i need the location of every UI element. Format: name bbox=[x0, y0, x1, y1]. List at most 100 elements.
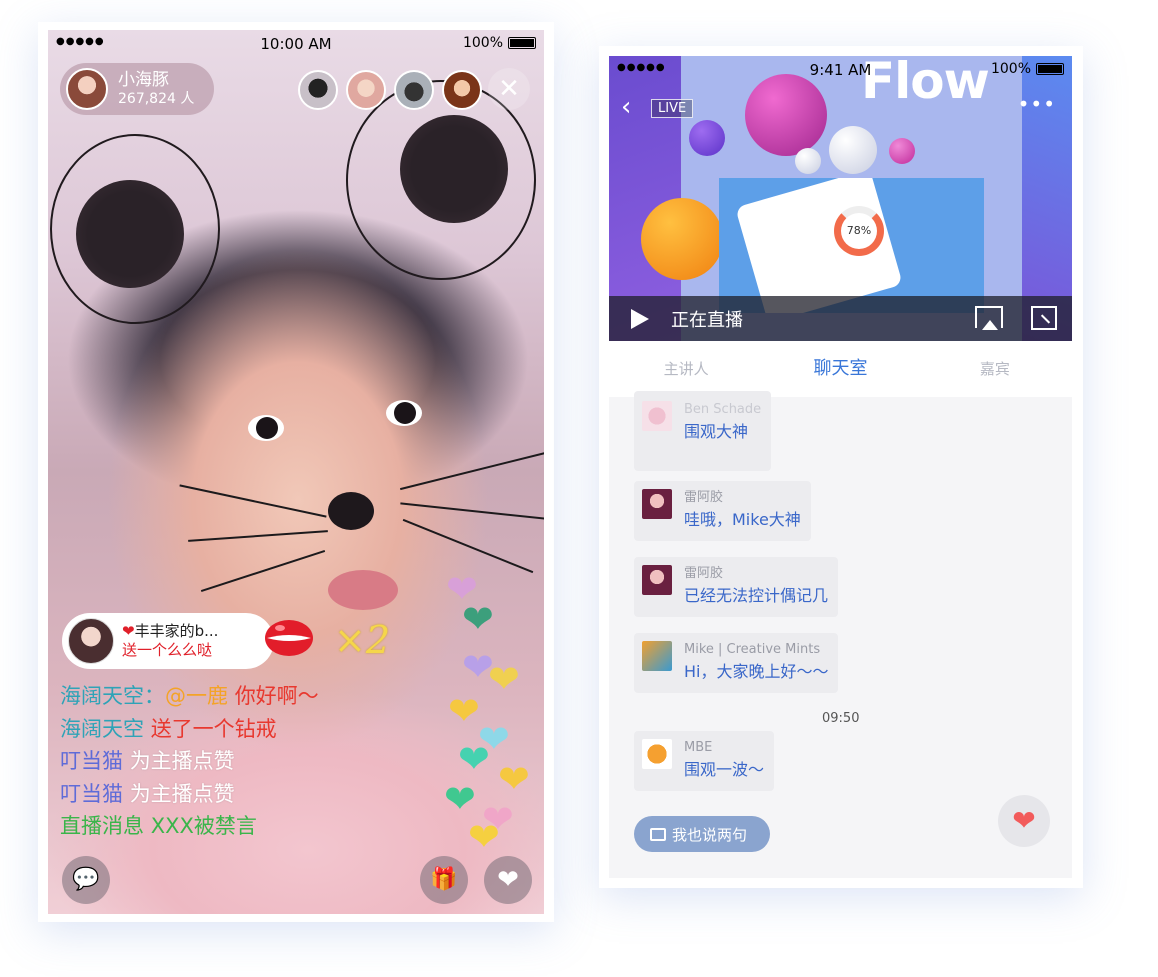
video-player[interactable]: 78% Flow ●●●●● 9:41 AM 100% ‹ LIVE ••• 正… bbox=[609, 56, 1072, 341]
status-bar: ●●●●● 10:00 AM 100% bbox=[48, 30, 544, 56]
whisker bbox=[402, 518, 534, 574]
heart-icon: ❤ bbox=[122, 621, 135, 640]
decor-ball bbox=[795, 148, 821, 174]
viewer-avatar[interactable] bbox=[346, 70, 386, 110]
chat-mention[interactable]: @一鹿 bbox=[165, 684, 228, 708]
chat-user[interactable]: 叮当猫 bbox=[60, 782, 123, 806]
viewer-avatar-list bbox=[298, 70, 482, 110]
eye-right bbox=[386, 400, 422, 426]
chat-message: XXX被禁言 bbox=[150, 814, 257, 838]
whisker bbox=[179, 484, 327, 518]
gift-notification: ❤丰丰家的b... 送一个么么哒 bbox=[62, 613, 274, 669]
fullscreen-icon[interactable] bbox=[1031, 306, 1057, 330]
tab-chatroom[interactable]: 聊天室 bbox=[763, 341, 917, 397]
chat-user[interactable]: 叮当猫 bbox=[60, 749, 123, 773]
ear-right bbox=[400, 115, 508, 223]
video-controls: 正在直播 bbox=[609, 296, 1072, 341]
message-text: 哇哦，Mike大神 bbox=[684, 510, 801, 529]
host-name: 小海豚 bbox=[118, 70, 169, 91]
heart-icon[interactable]: ❤ bbox=[484, 856, 532, 904]
chat-message: 送了一个钻戒 bbox=[150, 716, 277, 741]
viewer-avatar[interactable] bbox=[394, 70, 434, 110]
viewer-avatar[interactable] bbox=[298, 70, 338, 110]
floating-heart-icon: ❤ bbox=[444, 777, 476, 821]
message-author: MBE bbox=[684, 740, 713, 755]
host-info-pill[interactable]: 小海豚 267,824 人 bbox=[60, 63, 214, 115]
floating-heart-icon: ❤ bbox=[462, 597, 494, 641]
whisker bbox=[399, 451, 544, 491]
live-chat-list: 海阔天空：@一鹿 你好啊～ 海阔天空 送了一个钻戒 叮当猫 为主播点赞 叮当猫 … bbox=[60, 680, 319, 843]
gift-icon[interactable]: 🎁 bbox=[420, 856, 468, 904]
eye-left bbox=[248, 415, 284, 441]
close-icon[interactable]: ✕ bbox=[488, 68, 530, 110]
battery-percent: 100% bbox=[462, 35, 503, 51]
decor-ball bbox=[745, 74, 827, 156]
status-bar: ●●●●● 9:41 AM 100% bbox=[609, 56, 1072, 82]
tab-bar: 主讲人 聊天室 嘉宾 bbox=[609, 341, 1072, 397]
right-phone-frame: 78% Flow ●●●●● 9:41 AM 100% ‹ LIVE ••• 正… bbox=[599, 46, 1083, 888]
battery-status: 100% bbox=[463, 35, 536, 51]
user-avatar[interactable] bbox=[642, 641, 672, 671]
ear-left bbox=[76, 180, 184, 288]
host-avatar[interactable] bbox=[66, 68, 108, 110]
floating-heart-icon: ❤ bbox=[448, 689, 480, 733]
cat-nose bbox=[328, 492, 374, 530]
chat-user[interactable]: 海阔天空 bbox=[60, 717, 144, 741]
play-icon[interactable] bbox=[631, 309, 649, 329]
message-author: Ben Schade bbox=[684, 402, 762, 417]
message-text: 已经无法控计偶记几 bbox=[684, 586, 829, 605]
message-author: Mike | Creative Mints bbox=[684, 642, 821, 657]
like-heart-icon[interactable]: ❤ bbox=[998, 795, 1050, 847]
viewer-avatar[interactable] bbox=[442, 70, 482, 110]
user-avatar[interactable] bbox=[642, 739, 672, 769]
chat-message-bubble: 雷阿胶 哇哦，Mike大神 bbox=[634, 481, 811, 541]
user-avatar[interactable] bbox=[642, 401, 672, 431]
chat-line: 叮当猫 为主播点赞 bbox=[60, 745, 319, 778]
floating-heart-icon: ❤ bbox=[488, 657, 520, 701]
message-text: 围观一波～ bbox=[684, 760, 765, 779]
message-content: 雷阿胶 已经无法控计偶记几 bbox=[684, 565, 828, 609]
tab-speaker[interactable]: 主讲人 bbox=[609, 341, 763, 397]
user-avatar[interactable] bbox=[642, 489, 672, 519]
kiss-lips-icon bbox=[265, 620, 313, 656]
user-avatar[interactable] bbox=[642, 565, 672, 595]
chat-line: 海阔天空 送了一个钻戒 bbox=[60, 713, 319, 746]
live-course-screen: 78% Flow ●●●●● 9:41 AM 100% ‹ LIVE ••• 正… bbox=[609, 56, 1072, 878]
left-phone-frame: ●●●●● 10:00 AM 100% 小海豚 267,824 人 ✕ ❤丰丰家… bbox=[38, 22, 554, 922]
message-content: Mike | Creative Mints Hi，大家晚上好～～ bbox=[684, 641, 828, 685]
live-badge: LIVE bbox=[651, 99, 694, 118]
floating-heart-icon: ❤ bbox=[498, 757, 530, 801]
chat-message: 你好啊～ bbox=[234, 684, 319, 708]
chat-line: 直播消息 XXX被禁言 bbox=[60, 810, 319, 843]
gift-sender: ❤丰丰家的b... bbox=[122, 622, 218, 642]
message-content: MBE 围观一波～ bbox=[684, 739, 764, 783]
airplay-icon[interactable] bbox=[975, 306, 1003, 330]
decor-ball bbox=[641, 198, 723, 280]
floating-heart-icon: ❤ bbox=[458, 737, 490, 781]
message-text: 围观大神 bbox=[684, 422, 749, 441]
whisker bbox=[200, 549, 326, 593]
back-icon[interactable]: ‹ bbox=[621, 92, 631, 122]
chat-message-bubble: Mike | Creative Mints Hi，大家晚上好～～ bbox=[634, 633, 839, 693]
comment-button[interactable]: 我也说两句 bbox=[634, 816, 770, 852]
gift-combo-count: ×2 bbox=[334, 618, 391, 662]
gift-sender-avatar bbox=[68, 618, 114, 664]
message-content: 雷阿胶 哇哦，Mike大神 bbox=[684, 489, 801, 533]
floating-heart-icon: ❤ bbox=[468, 815, 500, 859]
message-text: Hi，大家晚上好～～ bbox=[684, 662, 829, 681]
chat-user[interactable]: 海阔天空： bbox=[60, 684, 165, 708]
gift-sender-name: 丰丰家的b... bbox=[134, 621, 219, 640]
chat-message: 为主播点赞 bbox=[129, 749, 235, 773]
live-status-label: 正在直播 bbox=[671, 310, 743, 331]
tab-guests[interactable]: 嘉宾 bbox=[918, 341, 1072, 397]
chat-bubble-icon[interactable]: 💬 bbox=[62, 856, 110, 904]
chat-message-bubble: MBE 围观一波～ bbox=[634, 731, 775, 791]
more-icon[interactable]: ••• bbox=[1018, 92, 1056, 116]
chat-message-bubble: Ben Schade 围观大神 bbox=[634, 391, 772, 471]
decor-ball bbox=[829, 126, 877, 174]
gift-description: 送一个么么哒 bbox=[122, 641, 213, 659]
chat-user: 直播消息 bbox=[60, 814, 144, 838]
message-author: 雷阿胶 bbox=[684, 566, 724, 581]
whisker bbox=[188, 530, 328, 542]
chat-line: 海阔天空：@一鹿 你好啊～ bbox=[60, 680, 319, 713]
